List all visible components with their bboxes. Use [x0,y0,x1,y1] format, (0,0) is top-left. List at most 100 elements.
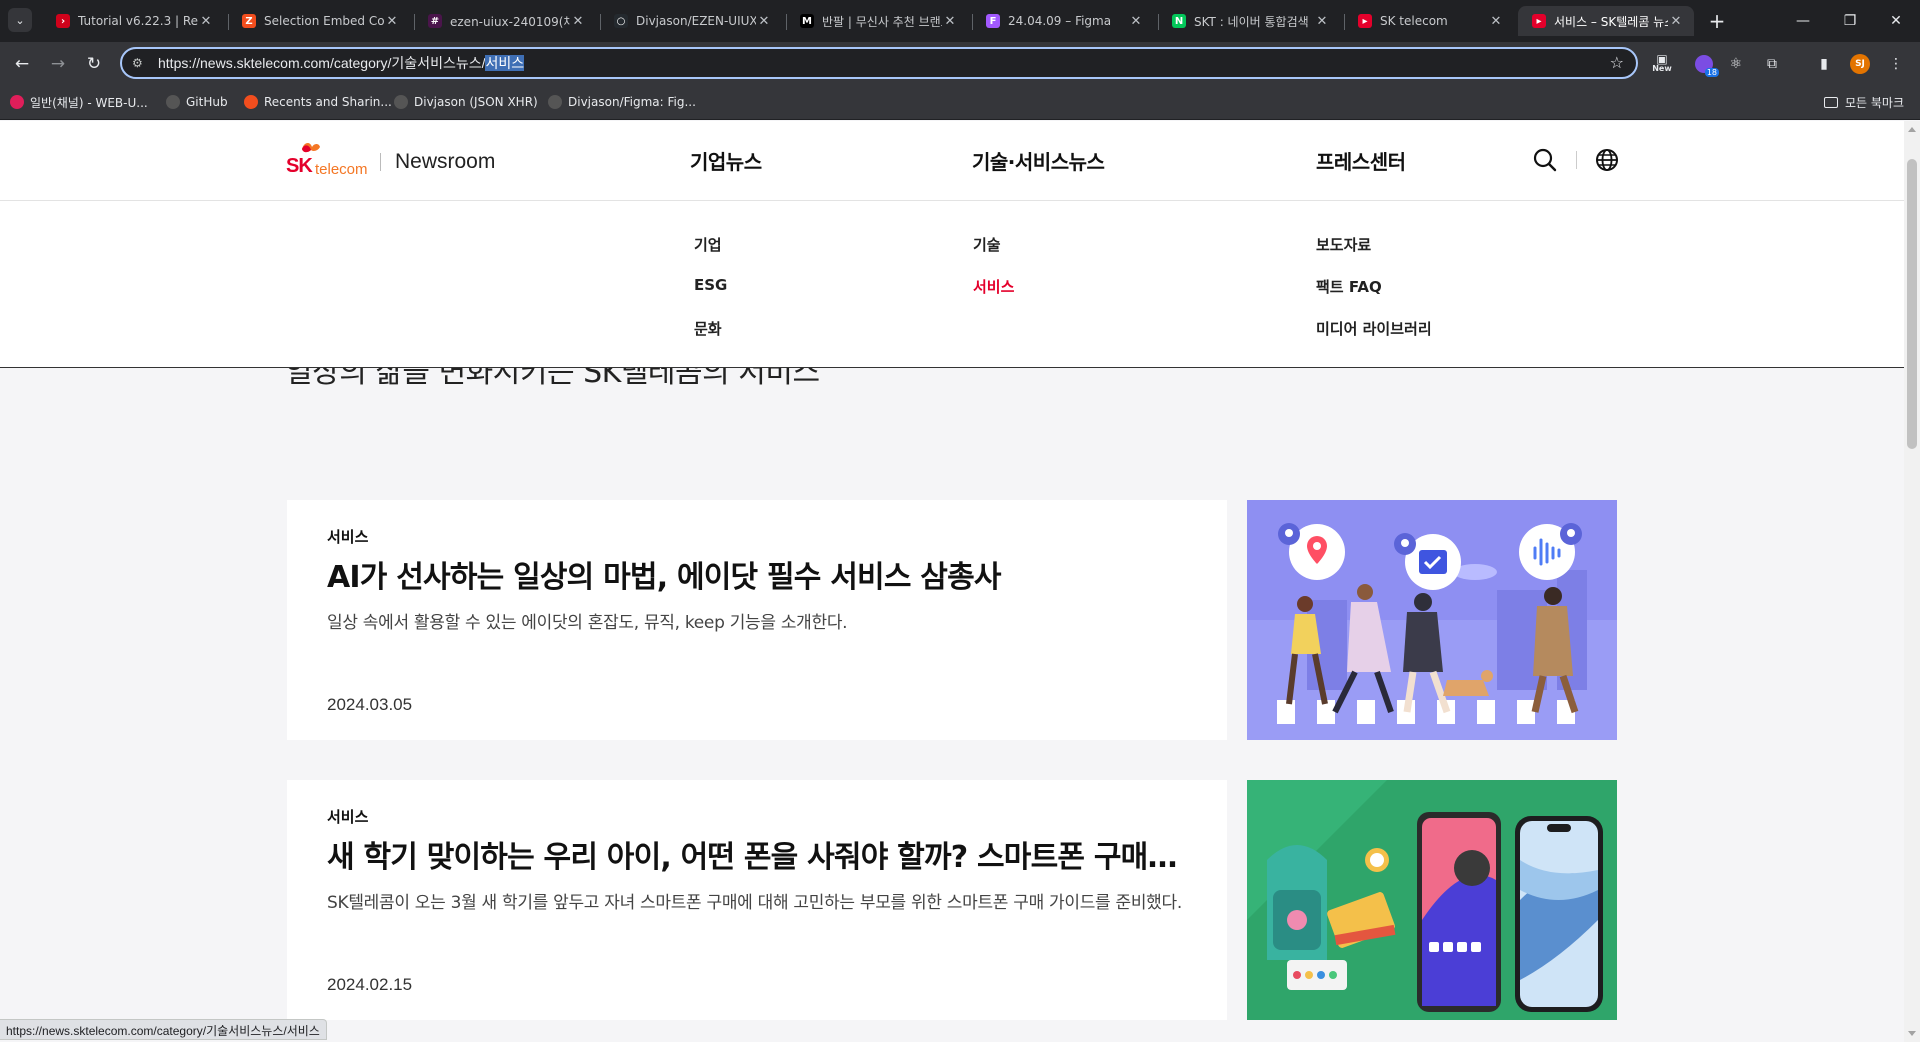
browser-tab[interactable]: F 24.04.09 – Figma ✕ [972,6,1154,36]
article-title[interactable]: AI가 선사하는 일상의 마법, 에이닷 필수 서비스 삼총사 [327,552,1187,596]
profile-avatar[interactable]: SJ [1848,52,1872,76]
url-selected-segment: 서비스 [485,55,525,71]
page-scrollbar[interactable] [1904,121,1920,1042]
bookmark-star-icon[interactable]: ☆ [1610,53,1624,72]
browser-tab[interactable]: ▸ 서비스 – SK텔레콤 뉴스룸✕ [1518,6,1694,36]
bookmark-item[interactable]: Divjason/Figma: Fig... [548,92,696,112]
tab-close-icon[interactable]: ✕ [570,14,586,29]
article-card[interactable]: 서비스 AI가 선사하는 일상의 마법, 에이닷 필수 서비스 삼총사 일상 속… [287,500,1227,740]
tab-favicon-icon: ○ [614,14,628,28]
react-devtools-icon[interactable]: ⚛ [1724,52,1748,76]
browser-tab[interactable]: ○ Divjason/EZEN-UIUX ✕ [600,6,782,36]
tab-close-icon[interactable]: ✕ [1314,14,1330,29]
menu-item-esg[interactable]: ESG [694,276,727,294]
url-text[interactable]: https://news.sktelecom.com/category/기술서비… [158,53,525,73]
restore-icon[interactable]: ❐ [1827,0,1873,42]
browser-tab[interactable]: # ezen-uiux-240109(채널)✕ [414,6,596,36]
bookmark-label: Divjason/Figma: Fig... [568,95,696,109]
bookmark-item[interactable]: Recents and Sharin... [244,92,392,112]
gnb-corporate-news[interactable]: 기업뉴스 [690,146,762,175]
close-window-icon[interactable]: ✕ [1873,0,1919,42]
bookmark-item[interactable]: Divjason (JSON XHR) [394,92,538,112]
bookmark-label: GitHub [186,95,228,109]
bookmark-label: 일반(채널) - WEB-U... [30,95,148,110]
tab-favicon-icon: F [986,14,1000,28]
globe-language-icon[interactable] [1594,147,1620,173]
menu-item-press-release[interactable]: 보도자료 [1316,234,1371,255]
tab-search-chevron-icon[interactable]: ⌄ [8,8,32,32]
tab-favicon-icon: Z [242,14,256,28]
bookmark-favicon-icon [394,95,408,109]
notification-extension-icon[interactable]: 18 [1692,52,1719,77]
bookmark-label: Divjason (JSON XHR) [414,95,538,109]
tab-close-icon[interactable]: ✕ [756,14,772,29]
tab-favicon-icon: # [428,14,442,28]
tab-close-icon[interactable]: ✕ [1668,14,1684,29]
mega-menu: 기업 ESG 문화 기술 서비스 보도자료 팩트 FAQ 미디어 라이브러리 [0,201,1904,368]
sk-telecom-newsroom-logo[interactable]: SK telecom Newsroom [286,141,496,178]
forward-arrow-icon[interactable]: → [44,50,72,78]
article-title[interactable]: 새 학기 맞이하는 우리 아이, 어떤 폰을 사줘야 할까? 스마트폰 구매 가… [327,832,1187,876]
article-category: 서비스 [327,528,369,546]
tab-separator [600,14,601,30]
menu-item-media-library[interactable]: 미디어 라이브러리 [1316,318,1432,339]
side-panel-icon[interactable]: ▮ [1812,52,1836,76]
scrollbar-thumb[interactable] [1907,159,1917,449]
tab-close-icon[interactable]: ✕ [1128,14,1144,29]
tab-title: ezen-uiux-240109(채널) [450,14,570,29]
minimize-icon[interactable]: — [1780,0,1826,42]
bookmark-favicon-icon [166,95,180,109]
menu-item-tech[interactable]: 기술 [973,234,1001,255]
bookmark-favicon-icon [10,95,24,109]
tab-close-icon[interactable]: ✕ [1488,14,1504,29]
back-arrow-icon[interactable]: ← [8,50,36,78]
all-bookmarks[interactable]: 모든 북마크 [1823,92,1904,112]
tab-separator [972,14,973,30]
menu-item-culture[interactable]: 문화 [694,318,722,339]
link-status-bubble: https://news.sktelecom.com/category/기술서비… [0,1019,327,1040]
extensions-puzzle-icon[interactable]: ⧉ [1760,52,1784,76]
article-card[interactable]: 서비스 새 학기 맞이하는 우리 아이, 어떤 폰을 사줘야 할까? 스마트폰 … [287,780,1227,1020]
tab-favicon-icon: M [800,14,814,28]
browser-tab[interactable]: ▸ SK telecom ✕ [1344,6,1514,36]
tab-title: 반팔 | 무신사 추천 브랜드 [822,14,942,29]
browser-toolbar: ← → ↻ ⚙ https://news.sktelecom.com/categ… [0,42,1920,84]
bookmark-favicon-icon [548,95,562,109]
article-thumbnail-smartphone[interactable] [1247,780,1617,1020]
tab-title: Tutorial v6.22.3 | React [78,14,198,28]
address-bar[interactable]: ⚙ https://news.sktelecom.com/category/기술… [120,47,1638,79]
tab-close-icon[interactable]: ✕ [942,14,958,29]
bookmark-item[interactable]: GitHub [166,92,228,112]
bookmarks-bar: 일반(채널) - WEB-U... GitHub Recents and Shari… [0,84,1920,120]
tab-favicon-icon: › [56,14,70,28]
browser-tab[interactable]: N SKT : 네이버 통합검색 ✕ [1158,6,1340,36]
gnb-tech-service-news[interactable]: 기술·서비스뉴스 [972,146,1105,175]
article-date: 2024.02.15 [327,975,413,994]
menu-item-corporate[interactable]: 기업 [694,234,722,255]
tab-title: 서비스 – SK텔레콤 뉴스룸 [1554,14,1668,29]
bookmark-item[interactable]: 일반(채널) - WEB-U... [10,92,148,112]
tab-separator [1344,14,1345,30]
browser-menu-icon[interactable]: ⋮ [1884,52,1908,76]
menu-item-service[interactable]: 서비스 [973,276,1014,297]
tab-close-icon[interactable]: ✕ [384,14,400,29]
site-info-icon[interactable]: ⚙ [132,56,148,70]
gnb-press-center[interactable]: 프레스센터 [1316,146,1406,175]
reload-icon[interactable]: ↻ [80,50,108,78]
article-category: 서비스 [327,808,369,826]
new-tab-plus-icon[interactable]: + [1704,8,1730,34]
article-thumbnail-aidot[interactable] [1247,500,1617,740]
browser-tab[interactable]: M 반팔 | 무신사 추천 브랜드 ✕ [786,6,968,36]
menu-item-fact-faq[interactable]: 팩트 FAQ [1316,276,1382,297]
folder-icon [1823,96,1838,108]
bookmark-label: Recents and Sharin... [264,95,392,109]
tab-close-icon[interactable]: ✕ [198,14,214,29]
new-extension-icon[interactable]: ▣ New [1650,52,1674,76]
browser-tab[interactable]: › Tutorial v6.22.3 | React✕ [42,6,224,36]
browser-tab-bar: ⌄ ›Tutorial v6.22.3 | React✕ZSelection E… [0,0,1920,42]
browser-tab[interactable]: Z Selection Embed Code✕ [228,6,410,36]
newsroom-label: Newsroom [395,150,496,173]
tab-favicon-icon: ▸ [1358,14,1372,28]
search-icon[interactable] [1532,147,1558,173]
site-header: SK telecom Newsroom 기업뉴스 기술·서비스뉴스 프레스센터 [0,121,1904,201]
